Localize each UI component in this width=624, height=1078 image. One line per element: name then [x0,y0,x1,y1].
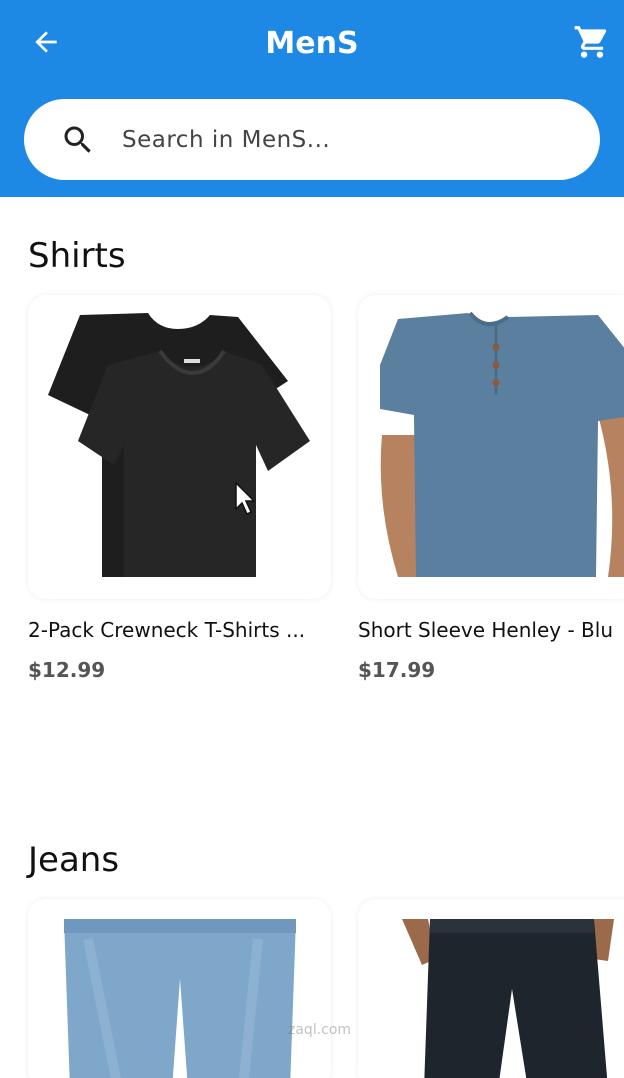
product-card[interactable] [28,899,331,1078]
product-price: $17.99 [358,658,436,682]
product-name[interactable]: Short Sleeve Henley - Blu [358,618,624,642]
product-card[interactable] [28,295,331,599]
product-image-tshirt [48,313,310,577]
product-card[interactable] [358,295,624,599]
section-title-shirts: Shirts [28,236,126,276]
cart-button[interactable] [570,22,614,62]
product-card[interactable] [358,899,624,1078]
product-image-light-jeans [64,919,296,1078]
product-price: $12.99 [28,658,106,682]
product-name[interactable]: 2-Pack Crewneck T-Shirts ... [28,618,333,642]
page-title: MenS [265,26,359,61]
shopping-cart-icon [574,26,607,58]
app-bar: MenS [0,0,624,197]
section-title-jeans: Jeans [28,840,120,880]
search-icon [60,120,100,160]
product-image-henley [380,311,624,577]
product-image-dark-jeans [402,919,614,1078]
search-bar [24,99,600,180]
watermark: zaql.com [288,1022,352,1038]
search-input[interactable] [122,126,562,153]
